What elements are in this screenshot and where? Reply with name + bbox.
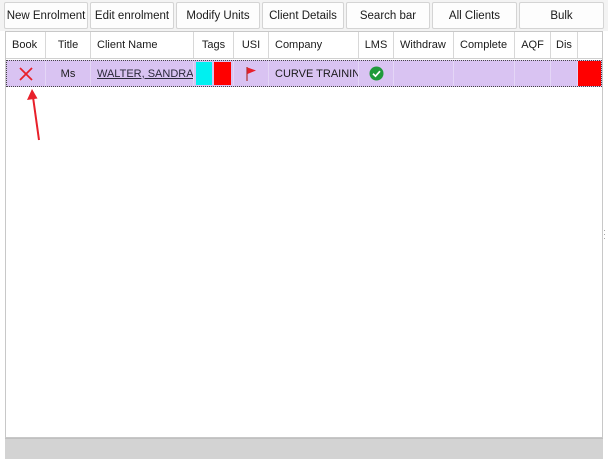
client-name-link[interactable]: WALTER, SANDRA [91, 68, 193, 80]
edit-enrolment-button[interactable]: Edit enrolment [90, 2, 174, 29]
table-row[interactable]: Ms WALTER, SANDRA CURVE TRAINING [6, 60, 602, 87]
company-cell: CURVE TRAINING [269, 61, 359, 86]
column-header-dis[interactable]: Dis [551, 32, 578, 58]
dis-cell [551, 61, 578, 86]
tags-cell [194, 61, 234, 86]
modify-units-button[interactable]: Modify Units [176, 2, 260, 29]
column-header-lms[interactable]: LMS [359, 32, 394, 58]
dis-status-swatch [578, 61, 601, 86]
tag-swatch-cyan [196, 62, 212, 85]
client-details-button[interactable]: Client Details [262, 2, 344, 29]
annotation-arrow-icon [27, 89, 40, 141]
grid-header: Book Title Client Name Tags USI Company … [6, 32, 602, 59]
column-header-usi[interactable]: USI [234, 32, 269, 58]
all-clients-button[interactable]: All Clients [432, 2, 517, 29]
complete-cell [454, 61, 515, 86]
green-check-icon [369, 66, 383, 81]
lms-cell [359, 61, 394, 86]
splitter-grip-icon[interactable]: · · · [603, 226, 607, 243]
bulk-button[interactable]: Bulk [519, 2, 604, 29]
red-flag-icon [246, 66, 256, 81]
toolbar: New Enrolment Edit enrolment Modify Unit… [0, 0, 608, 31]
status-bar [5, 438, 603, 459]
enrolments-grid: Book Title Client Name Tags USI Company … [5, 31, 603, 438]
column-header-complete[interactable]: Complete [454, 32, 515, 58]
column-header-tags[interactable]: Tags [194, 32, 234, 58]
red-x-icon[interactable] [18, 66, 34, 82]
tag-swatch-red [214, 62, 231, 85]
search-bar-button[interactable]: Search bar [346, 2, 430, 29]
column-header-withdraw[interactable]: Withdraw [394, 32, 454, 58]
usi-cell [234, 61, 269, 86]
company-text: CURVE TRAINING [275, 67, 358, 80]
book-cell[interactable] [7, 61, 46, 86]
column-header-title[interactable]: Title [46, 32, 91, 58]
aqf-cell [515, 61, 551, 86]
title-cell: Ms [46, 61, 91, 86]
column-header-aqf[interactable]: AQF [515, 32, 551, 58]
column-header-book[interactable]: Book [6, 32, 46, 58]
new-enrolment-button[interactable]: New Enrolment [4, 2, 88, 29]
column-header-company[interactable]: Company [269, 32, 359, 58]
withdraw-cell [394, 61, 454, 86]
column-header-client-name[interactable]: Client Name [91, 32, 194, 58]
client-name-cell[interactable]: WALTER, SANDRA [91, 61, 194, 86]
